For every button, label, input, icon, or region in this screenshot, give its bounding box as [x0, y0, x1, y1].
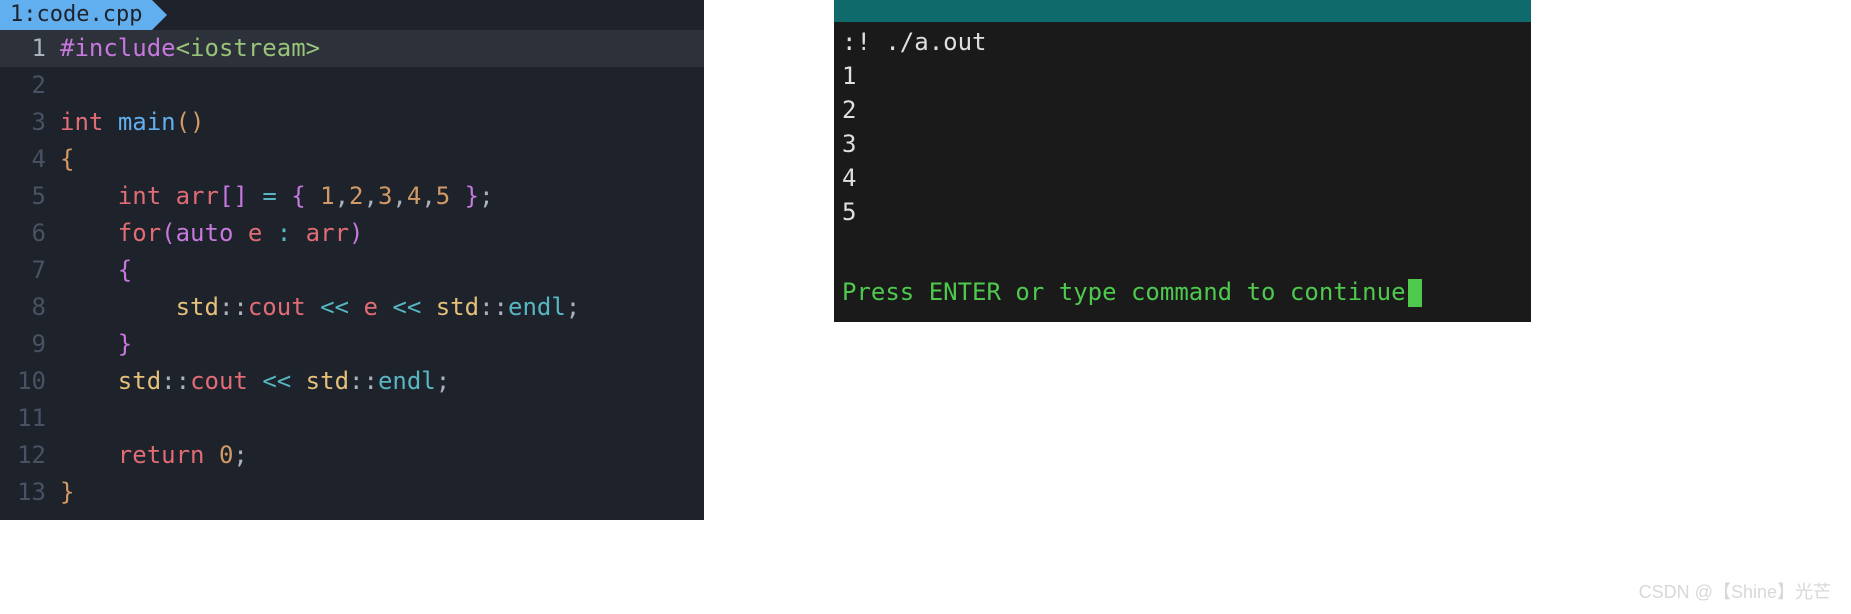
terminal-output: 12345 — [842, 60, 1523, 230]
terminal-command: :! ./a.out — [842, 26, 1523, 60]
code-line[interactable]: 8 std::cout << e << std::endl; — [0, 289, 704, 326]
tab-bar: 1: code.cpp — [0, 0, 704, 30]
tab-index: 1: — [10, 0, 37, 32]
watermark: CSDN @【Shine】光芒 — [1639, 578, 1831, 604]
code-line[interactable]: 10 std::cout << std::endl; — [0, 363, 704, 400]
code-line[interactable]: 1#include<iostream> — [0, 30, 704, 67]
line-number: 6 — [0, 215, 60, 252]
line-number: 11 — [0, 400, 60, 437]
code-line[interactable]: 13} — [0, 474, 704, 511]
code-content: for(auto e : arr) — [60, 215, 363, 252]
terminal-output-line: 1 — [842, 60, 1523, 94]
line-number: 8 — [0, 289, 60, 326]
code-line[interactable]: 12 return 0; — [0, 437, 704, 474]
code-line[interactable]: 5 int arr[] = { 1,2,3,4,5 }; — [0, 178, 704, 215]
file-tab[interactable]: 1: code.cpp — [0, 0, 152, 30]
line-number: 9 — [0, 326, 60, 363]
tab-filename: code.cpp — [37, 0, 143, 32]
code-line[interactable]: 6 for(auto e : arr) — [0, 215, 704, 252]
line-number: 4 — [0, 141, 60, 178]
code-content: { — [60, 252, 132, 289]
code-content: { — [60, 141, 74, 178]
code-content: std::cout << std::endl; — [60, 363, 450, 400]
code-line[interactable]: 11 — [0, 400, 704, 437]
line-number: 3 — [0, 104, 60, 141]
code-content: #include<iostream> — [60, 30, 320, 67]
code-content: std::cout << e << std::endl; — [60, 289, 580, 326]
terminal-continue-prompt: Press ENTER or type command to continue — [842, 276, 1523, 310]
terminal-content[interactable]: :! ./a.out 12345 Press ENTER or type com… — [834, 22, 1531, 322]
terminal-output-line: 5 — [842, 196, 1523, 230]
terminal-panel: :! ./a.out 12345 Press ENTER or type com… — [834, 0, 1531, 322]
line-number: 7 — [0, 252, 60, 289]
code-editor-panel: 1: code.cpp 1#include<iostream>23int mai… — [0, 0, 704, 520]
line-number: 10 — [0, 363, 60, 400]
line-number: 2 — [0, 67, 60, 104]
code-line[interactable]: 2 — [0, 67, 704, 104]
code-area[interactable]: 1#include<iostream>23int main()4{5 int a… — [0, 30, 704, 511]
terminal-output-line: 4 — [842, 162, 1523, 196]
code-line[interactable]: 3int main() — [0, 104, 704, 141]
line-number: 5 — [0, 178, 60, 215]
line-number: 13 — [0, 474, 60, 511]
terminal-output-line: 3 — [842, 128, 1523, 162]
code-line[interactable]: 9 } — [0, 326, 704, 363]
code-content: return 0; — [60, 437, 248, 474]
code-content: } — [60, 474, 74, 511]
code-content: int arr[] = { 1,2,3,4,5 }; — [60, 178, 494, 215]
cursor-icon — [1408, 279, 1422, 307]
line-number: 1 — [0, 30, 60, 67]
terminal-output-line: 2 — [842, 94, 1523, 128]
code-line[interactable]: 4{ — [0, 141, 704, 178]
code-content: } — [60, 326, 132, 363]
code-line[interactable]: 7 { — [0, 252, 704, 289]
line-number: 12 — [0, 437, 60, 474]
code-content: int main() — [60, 104, 205, 141]
terminal-titlebar — [834, 0, 1531, 22]
